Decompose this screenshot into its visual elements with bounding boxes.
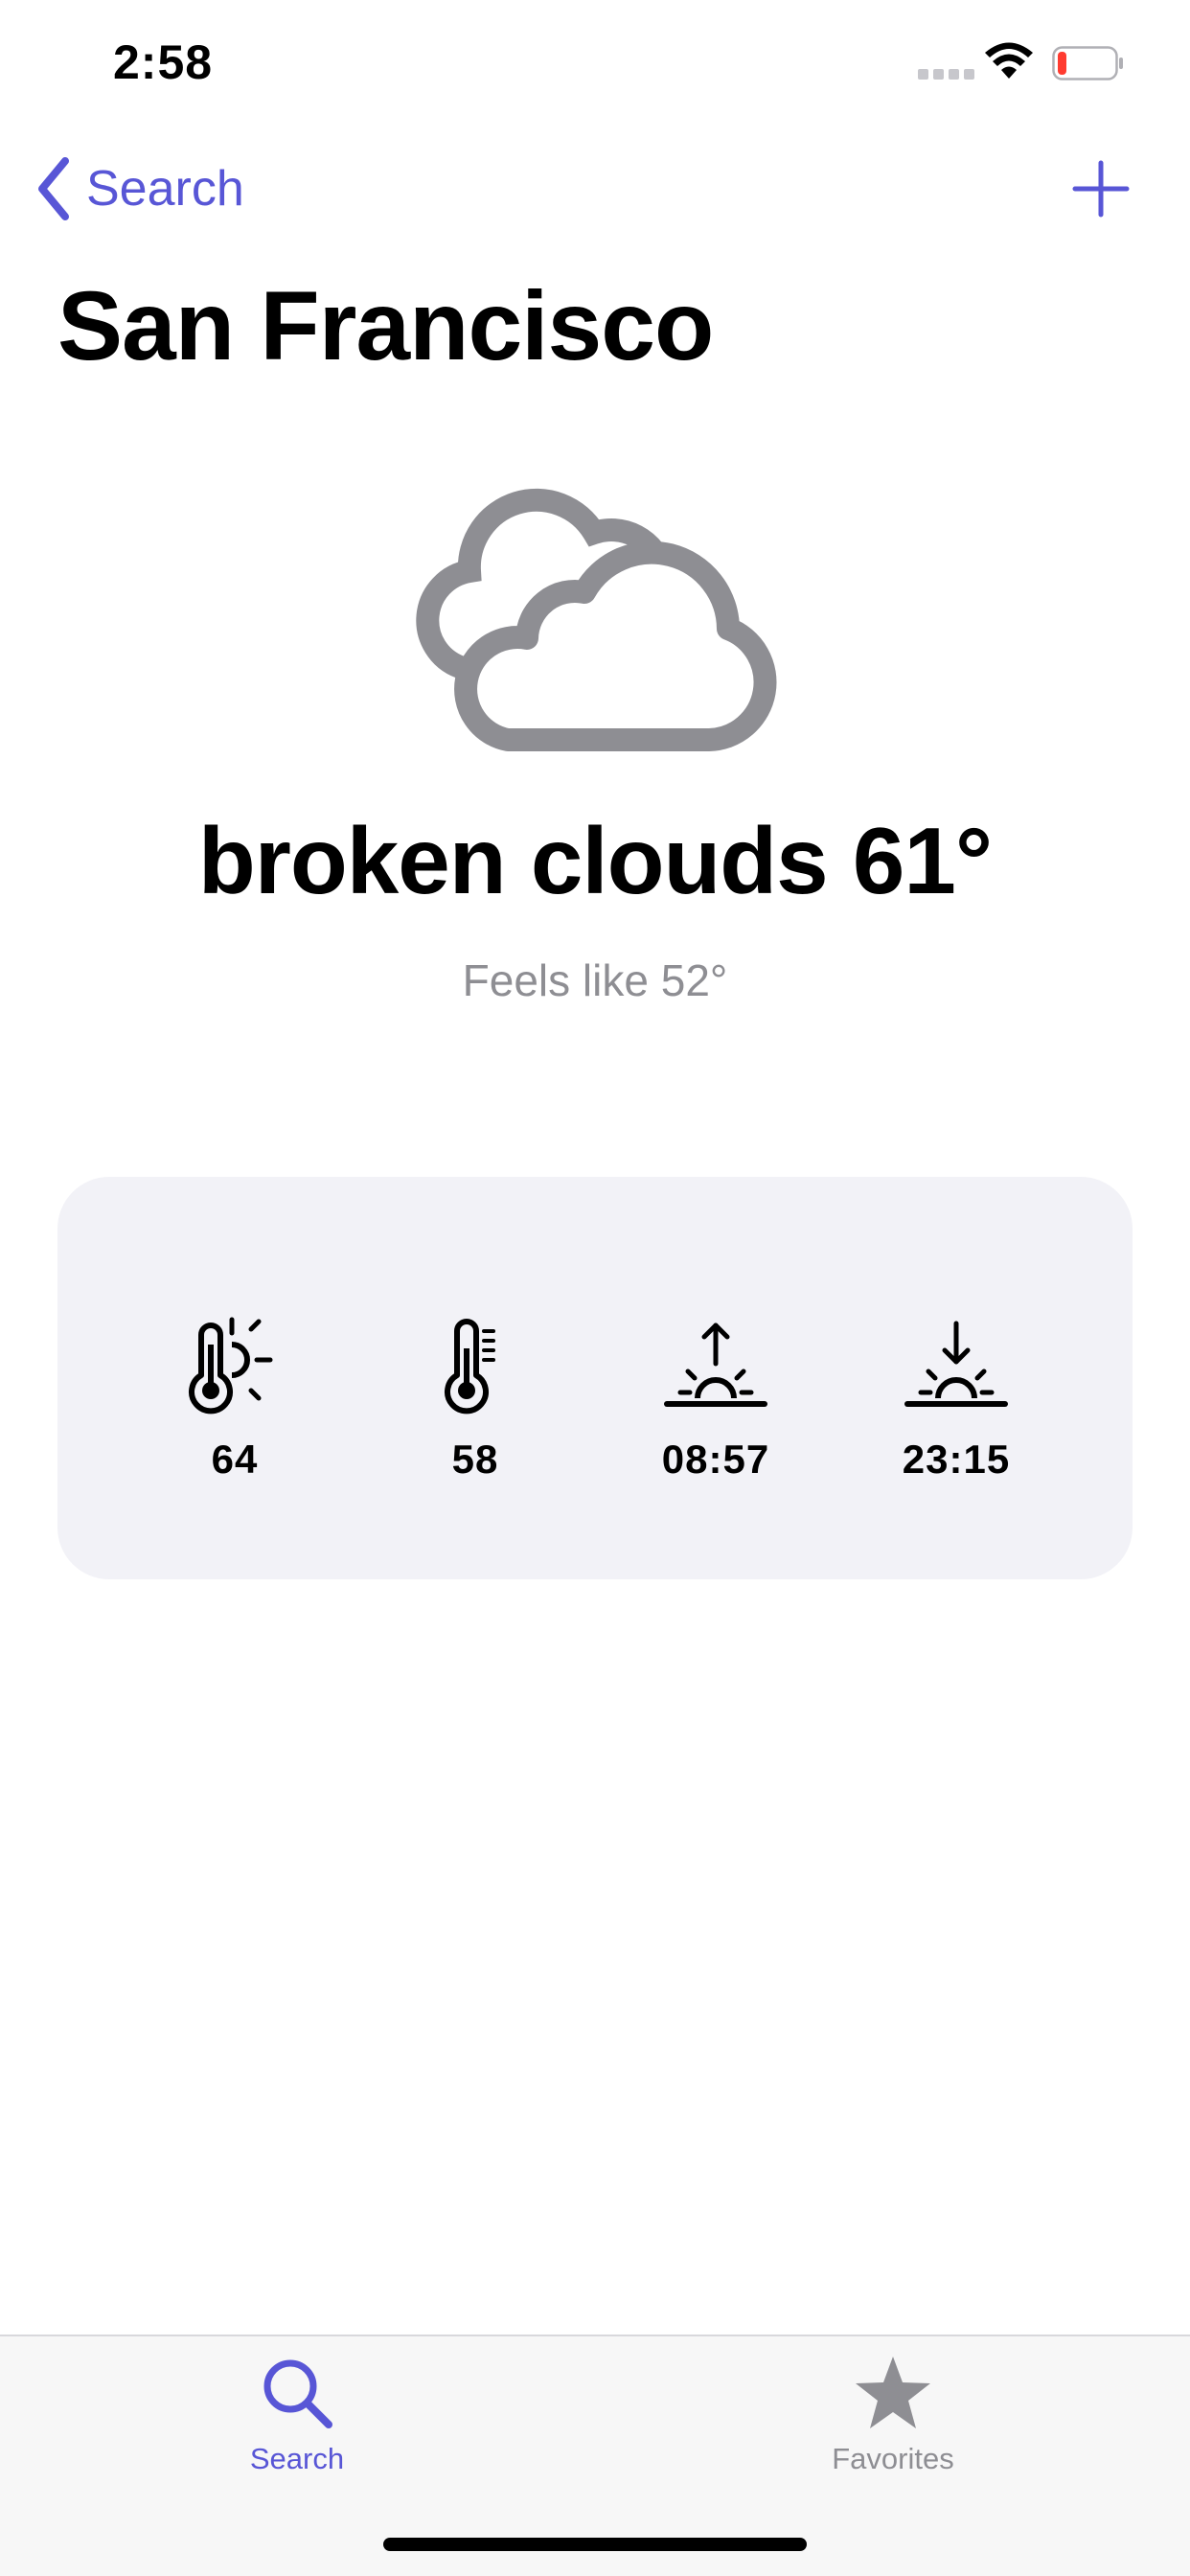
home-indicator[interactable] — [383, 2538, 807, 2551]
weather-condition: broken clouds 61° — [0, 807, 1190, 915]
thermometer-icon — [445, 1319, 495, 1414]
navigation-bar: Search — [0, 144, 1190, 236]
status-time: 2:58 — [113, 35, 214, 89]
stat-value: 08:57 — [661, 1437, 770, 1482]
tab-label: Search — [249, 2442, 345, 2475]
status-bar: 2:58 — [0, 0, 1190, 126]
search-icon — [263, 2359, 332, 2428]
condition-description: broken clouds — [197, 808, 829, 913]
page-title: San Francisco — [57, 271, 714, 380]
stat-low-temperature: 58 — [370, 1316, 581, 1483]
cellular-signal-icon — [918, 69, 974, 80]
wifi-icon — [985, 42, 1033, 79]
tab-label: Favorites — [832, 2442, 954, 2475]
chevron-left-icon — [38, 157, 69, 220]
current-temperature: 61° — [852, 808, 993, 913]
add-icon[interactable] — [1071, 159, 1131, 218]
weather-stats-card: 64 58 08:57 23:15 — [57, 1177, 1133, 1579]
back-button[interactable]: Search — [34, 157, 244, 220]
stat-value: 64 — [211, 1437, 259, 1482]
back-button-label: Search — [86, 161, 244, 217]
stat-value: 58 — [451, 1437, 499, 1482]
star-icon — [856, 2357, 930, 2428]
stat-sunrise: 08:57 — [610, 1316, 821, 1483]
tab-favorites[interactable]: Favorites — [768, 2354, 1018, 2476]
tab-search[interactable]: Search — [172, 2354, 422, 2476]
battery-icon — [1052, 46, 1123, 80]
feels-like-text: Feels like 52° — [462, 955, 728, 1005]
stat-high-temperature: 64 — [129, 1316, 340, 1483]
stat-value: 23:15 — [902, 1437, 1011, 1482]
sunrise-icon — [664, 1322, 767, 1407]
thermometer-sun-icon — [189, 1317, 273, 1414]
sunset-icon — [904, 1321, 1008, 1407]
stat-sunset: 23:15 — [851, 1316, 1062, 1483]
cloud-icon — [416, 488, 777, 751]
